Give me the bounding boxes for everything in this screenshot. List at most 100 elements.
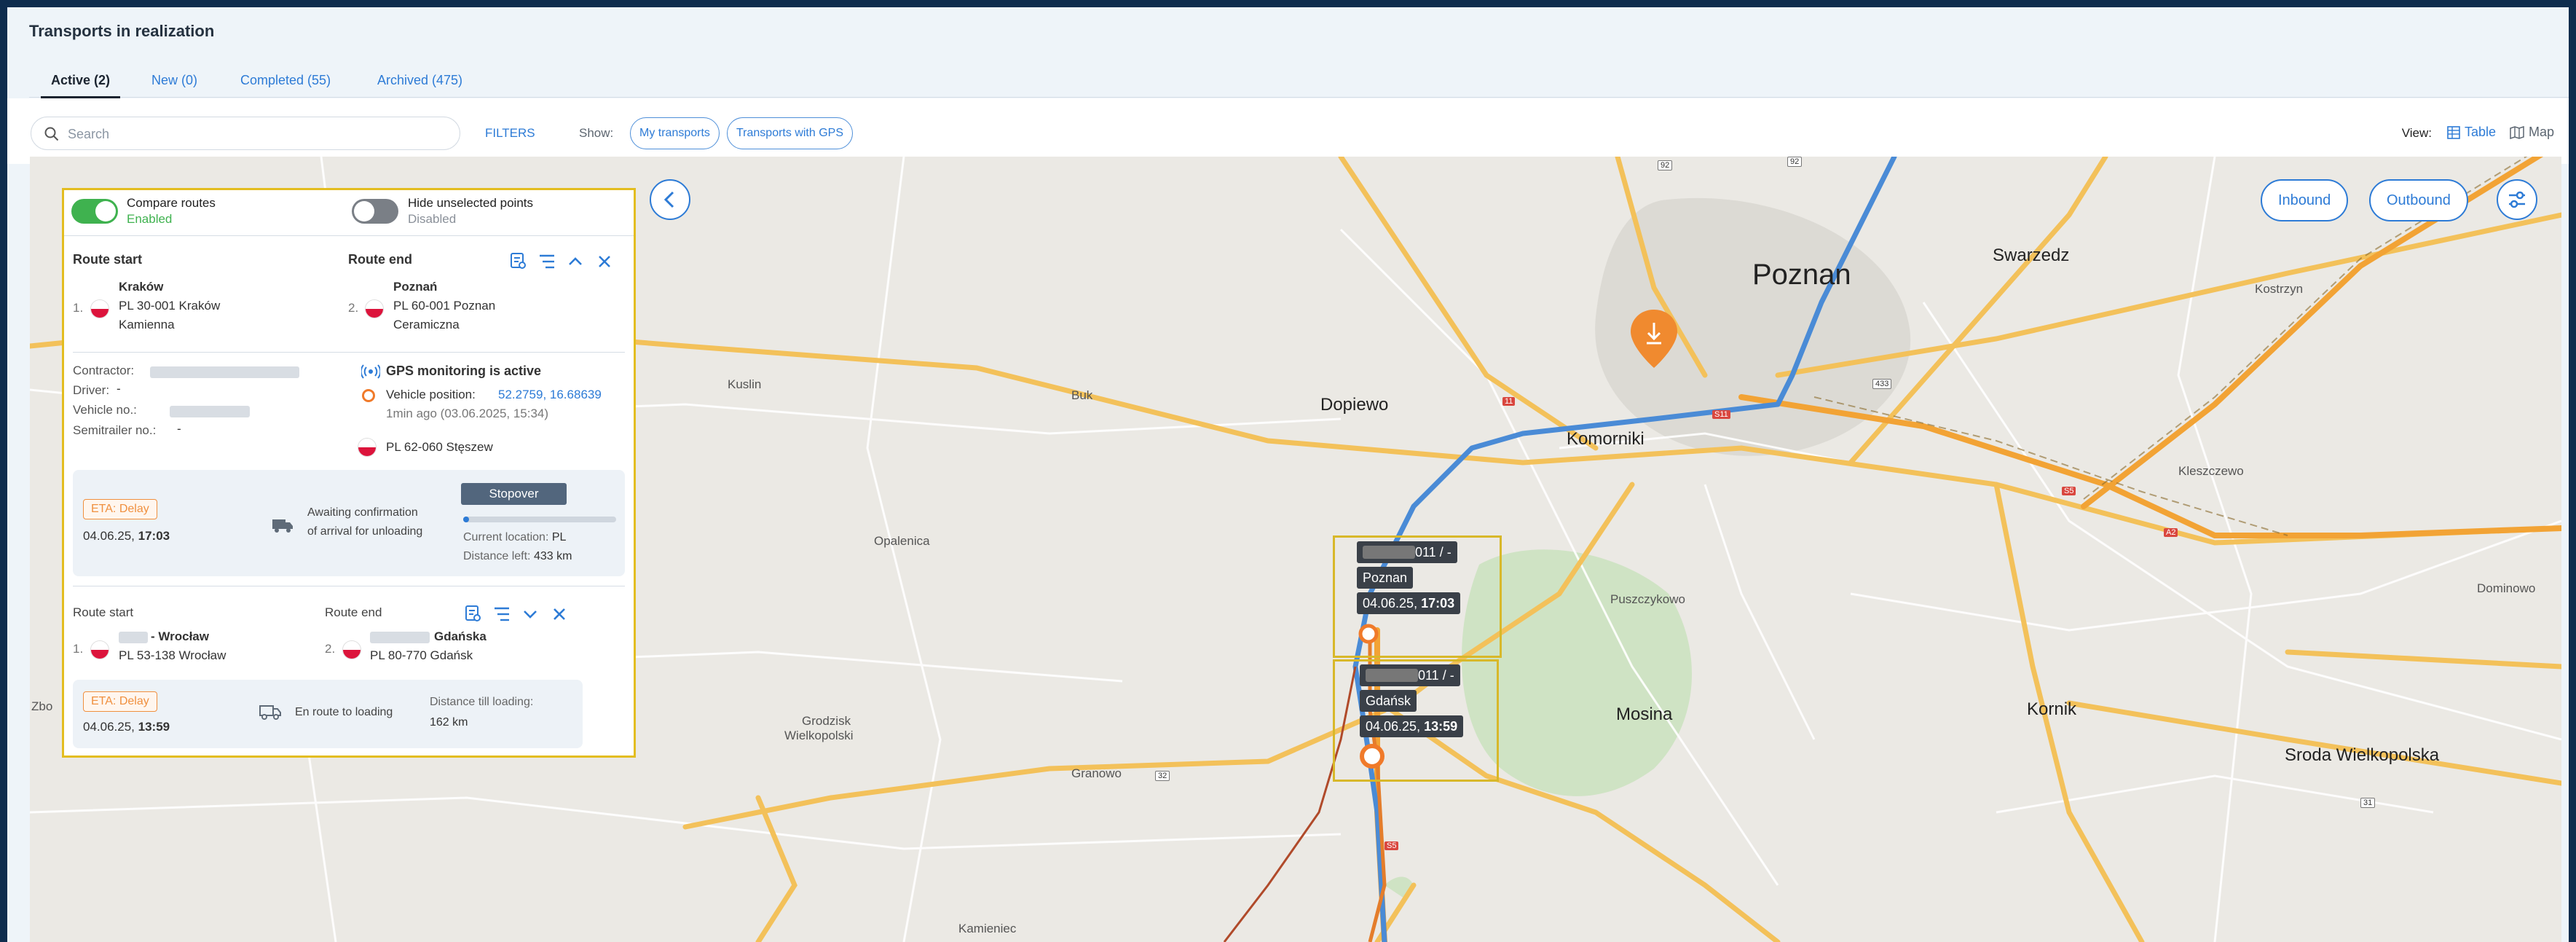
map-view[interactable]: Poznan Swarzedz Kostrzyn Dopiewo Komorni…	[30, 157, 2561, 942]
route-end-address: Poznań PL 60-001 Poznan Ceramiczna	[393, 278, 495, 334]
semitrailer-value: -	[177, 422, 181, 436]
outbound-button[interactable]: Outbound	[2369, 179, 2468, 221]
start-city: Kraków	[119, 280, 164, 294]
view-table-button[interactable]: Table	[2447, 125, 2496, 140]
document-details-icon[interactable]	[508, 251, 527, 270]
end-address-line1: PL 60-001 Poznan	[393, 299, 496, 313]
transport-panel: Compare routes Enabled Hide unselected p…	[62, 188, 636, 758]
city-label-opalenica: Opalenica	[874, 534, 930, 548]
marker2-time: 13:59	[1424, 719, 1458, 734]
road-sign-a2: A2	[2164, 528, 2178, 537]
vehicle-redacted	[170, 406, 250, 417]
eta-datetime: 04.06.25, 17:03	[83, 527, 170, 546]
vehicle-position-link[interactable]: 52.2759, 16.68639	[498, 385, 602, 404]
end-address-2: PL 80-770 Gdańsk	[370, 648, 473, 662]
inbound-button[interactable]: Inbound	[2261, 179, 2349, 221]
marker1-id-redacted	[1363, 546, 1415, 559]
truck-outline-icon	[259, 705, 281, 720]
view-map-button[interactable]: Map	[2510, 125, 2554, 140]
vehicle-position-label: Vehicle position:	[386, 388, 476, 401]
tab-completed[interactable]: Completed (55)	[240, 73, 331, 88]
chevron-up-icon[interactable]	[567, 253, 584, 270]
search-icon	[44, 127, 59, 141]
status-line1: Awaiting confirmation	[307, 506, 418, 519]
city-label-buk: Buk	[1071, 388, 1093, 402]
compare-routes-toggle[interactable]	[71, 199, 118, 224]
divider	[64, 235, 634, 236]
road-sign-92-a: 92	[1658, 160, 1673, 170]
road-sign-s11: S11	[1712, 410, 1730, 419]
marker2-id: 011 / -	[1418, 668, 1454, 683]
hide-unselected-title: Hide unselected points	[408, 196, 534, 210]
driver-label: Driver:	[73, 383, 110, 397]
current-location-address: PL 62-060 Stęszew	[386, 440, 493, 454]
map-icon	[2510, 125, 2524, 139]
document-details-icon[interactable]	[463, 604, 482, 623]
city-label-poznan: Poznan	[1752, 259, 1851, 291]
transports-with-gps-button[interactable]: Transports with GPS	[727, 117, 854, 149]
start-address-line1: PL 30-001 Kraków	[119, 299, 221, 313]
route-start-label: Route start	[73, 252, 143, 267]
tab-new[interactable]: New (0)	[151, 73, 197, 88]
toggle-knob	[95, 201, 116, 221]
search-box[interactable]	[31, 117, 460, 150]
driver-value: -	[117, 382, 121, 396]
city-label-komorniki: Komorniki	[1567, 429, 1645, 449]
collapse-panel-button[interactable]	[650, 179, 690, 220]
route-start-label-2: Route start	[73, 605, 134, 619]
vehicle-label: Vehicle no.:	[73, 403, 137, 417]
distance-left-line: Distance left: 433 km	[463, 547, 572, 566]
my-transports-button[interactable]: My transports	[630, 117, 720, 149]
city-label-sroda: Sroda Wielkopolska	[2285, 745, 2440, 765]
city-label-swarzedz: Swarzedz	[1993, 246, 2070, 265]
tab-active[interactable]: Active (2)	[40, 73, 121, 98]
marker2-eta-tag: 04.06.25, 13:59	[1360, 715, 1464, 737]
eta-date-2: 04.06.25,	[83, 720, 135, 734]
close-icon[interactable]	[551, 605, 568, 623]
chevron-left-icon	[663, 191, 674, 208]
marker1-time: 17:03	[1421, 596, 1455, 611]
road-sign-433: 433	[1872, 379, 1892, 389]
current-location-line: Current location: PL	[463, 528, 566, 547]
poland-flag-icon	[358, 438, 377, 457]
view-map-label: Map	[2528, 125, 2554, 139]
city-label-granowo: Granowo	[1071, 766, 1122, 780]
transport2-status: En route to loading	[295, 706, 393, 718]
list-icon[interactable]	[537, 253, 556, 270]
poland-flag-icon	[342, 640, 361, 659]
marker2-id-redacted	[1366, 669, 1418, 682]
map-settings-button[interactable]	[2497, 179, 2537, 220]
filters-button[interactable]: FILTERS	[485, 126, 535, 141]
show-label: Show:	[579, 126, 614, 140]
current-location-label: Current location:	[463, 531, 549, 543]
marker1-eta-tag: 04.06.25, 17:03	[1357, 592, 1461, 614]
route-end-label: Route end	[348, 252, 412, 267]
hide-unselected-toggle[interactable]	[352, 199, 398, 224]
truck-icon	[272, 519, 293, 533]
vehicle-position-icon	[362, 389, 375, 402]
city-label-mosina: Mosina	[1616, 704, 1673, 724]
eta-time: 17:03	[138, 529, 170, 543]
transport1-status: Awaiting confirmation of arrival for unlo…	[307, 503, 422, 541]
search-input[interactable]	[68, 124, 446, 144]
status-line2: of arrival for unloading	[307, 525, 423, 538]
end-city-2: Gdańska	[434, 629, 487, 643]
end-city: Poznań	[393, 280, 438, 294]
view-table-label: Table	[2464, 125, 2496, 139]
progress-track	[463, 517, 616, 522]
city-label-kamieniec: Kamieniec	[958, 922, 1017, 935]
end-number-2: 2.	[325, 642, 336, 656]
marker2-id-tag: 011 / -	[1360, 664, 1460, 686]
city-label-dopiewo: Dopiewo	[1320, 395, 1389, 415]
toggle-knob	[354, 201, 374, 221]
list-icon[interactable]	[492, 605, 511, 623]
gps-signal-icon	[361, 364, 380, 379]
marker1-id: 011 / -	[1415, 545, 1452, 560]
close-icon[interactable]	[596, 253, 613, 270]
gps-status-title: GPS monitoring is active	[386, 364, 542, 378]
tab-archived[interactable]: Archived (475)	[377, 73, 462, 88]
transport2-eta-box: ETA: Delay 04.06.25, 13:59 En route to l…	[73, 680, 583, 748]
city-label-kornik: Kornik	[2027, 699, 2077, 719]
compare-routes-state: Enabled	[127, 212, 173, 226]
chevron-down-icon[interactable]	[521, 605, 539, 623]
